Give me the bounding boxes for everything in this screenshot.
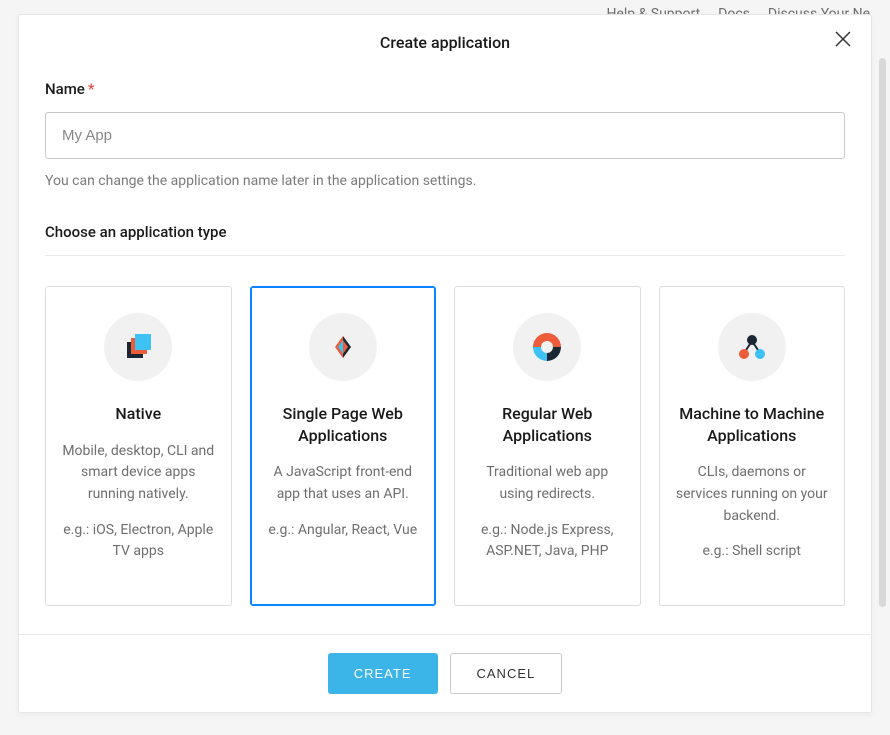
application-type-grid: Native Mobile, desktop, CLI and smart de… (45, 286, 845, 606)
type-card-desc: CLIs, daemons or services running on you… (674, 462, 831, 527)
required-indicator: * (88, 80, 95, 98)
scrollbar[interactable] (879, 58, 886, 607)
modal-body: Name* You can change the application nam… (19, 66, 871, 634)
modal-footer: CREATE CANCEL (19, 634, 871, 712)
type-card-m2m[interactable]: Machine to Machine Applications CLIs, da… (659, 286, 846, 606)
type-card-desc: Mobile, desktop, CLI and smart device ap… (60, 441, 217, 506)
regular-web-icon (513, 313, 581, 381)
name-input[interactable] (45, 112, 845, 159)
type-card-spa[interactable]: Single Page Web Applications A JavaScrip… (250, 286, 437, 606)
type-card-eg: e.g.: Angular, React, Vue (265, 520, 422, 542)
type-card-title: Machine to Machine Applications (674, 403, 831, 446)
type-card-desc: Traditional web app using redirects. (469, 462, 626, 505)
type-section-title: Choose an application type (45, 223, 845, 256)
cancel-button[interactable]: CANCEL (450, 653, 563, 694)
type-card-regular-web[interactable]: Regular Web Applications Traditional web… (454, 286, 641, 606)
type-card-title: Regular Web Applications (469, 403, 626, 446)
type-card-eg: e.g.: Shell script (674, 541, 831, 563)
create-button[interactable]: CREATE (328, 653, 438, 694)
type-card-title: Native (60, 403, 217, 425)
name-label-text: Name (45, 80, 85, 98)
type-card-eg: e.g.: iOS, Electron, Apple TV apps (60, 520, 217, 563)
spa-icon (309, 313, 377, 381)
create-application-modal: Create application Name* You can change … (18, 14, 872, 713)
type-card-eg: e.g.: Node.js Express, ASP.NET, Java, PH… (469, 520, 626, 563)
modal-header: Create application (19, 15, 871, 66)
close-button[interactable] (833, 29, 853, 49)
modal-title: Create application (19, 33, 871, 52)
name-helper-text: You can change the application name late… (45, 173, 845, 189)
name-label: Name* (45, 80, 95, 98)
close-icon (833, 29, 853, 49)
m2m-icon (718, 313, 786, 381)
native-icon (104, 313, 172, 381)
type-card-native[interactable]: Native Mobile, desktop, CLI and smart de… (45, 286, 232, 606)
type-card-desc: A JavaScript front-end app that uses an … (265, 462, 422, 505)
type-card-title: Single Page Web Applications (265, 403, 422, 446)
